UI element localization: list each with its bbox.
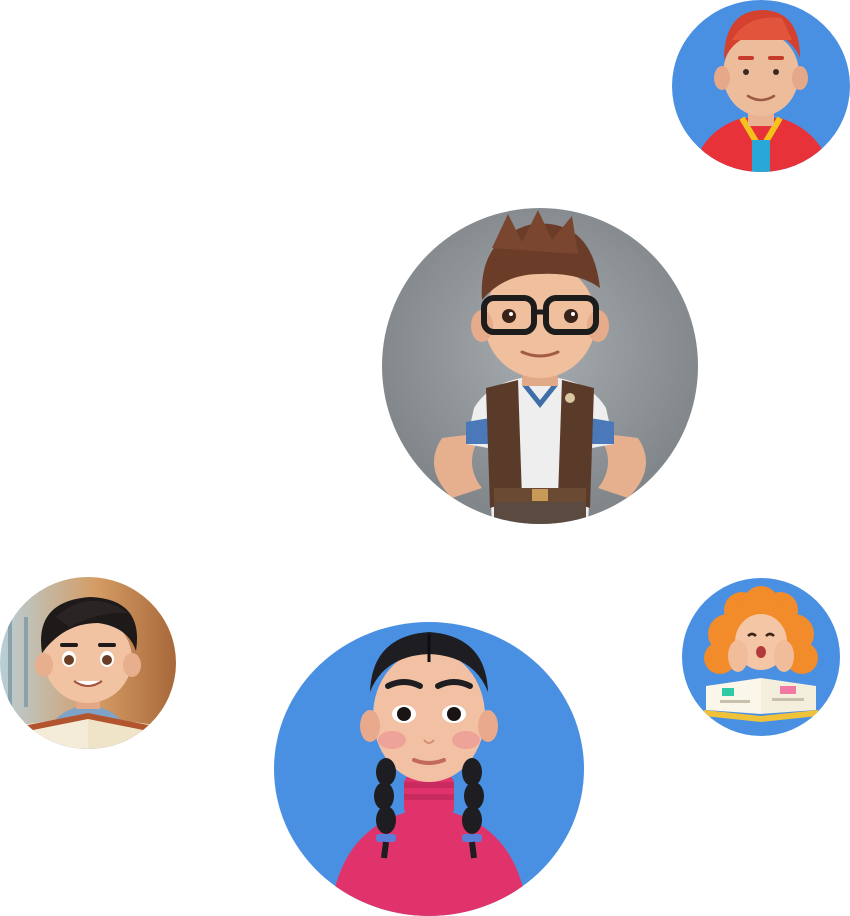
redhair-boy-icon: [672, 0, 850, 172]
glasses-boy-icon: [382, 208, 698, 524]
avatar-gallery: [0, 0, 850, 916]
avatar-reading-boy: [0, 577, 176, 749]
book-girl-icon: [682, 578, 840, 736]
avatar-glasses-boy: [382, 208, 698, 524]
reading-boy-icon: [0, 577, 176, 749]
avatar-redhair-boy: [672, 0, 850, 172]
avatar-braids-girl: [274, 622, 584, 916]
avatar-book-girl: [682, 578, 840, 736]
braids-girl-icon: [274, 622, 584, 916]
